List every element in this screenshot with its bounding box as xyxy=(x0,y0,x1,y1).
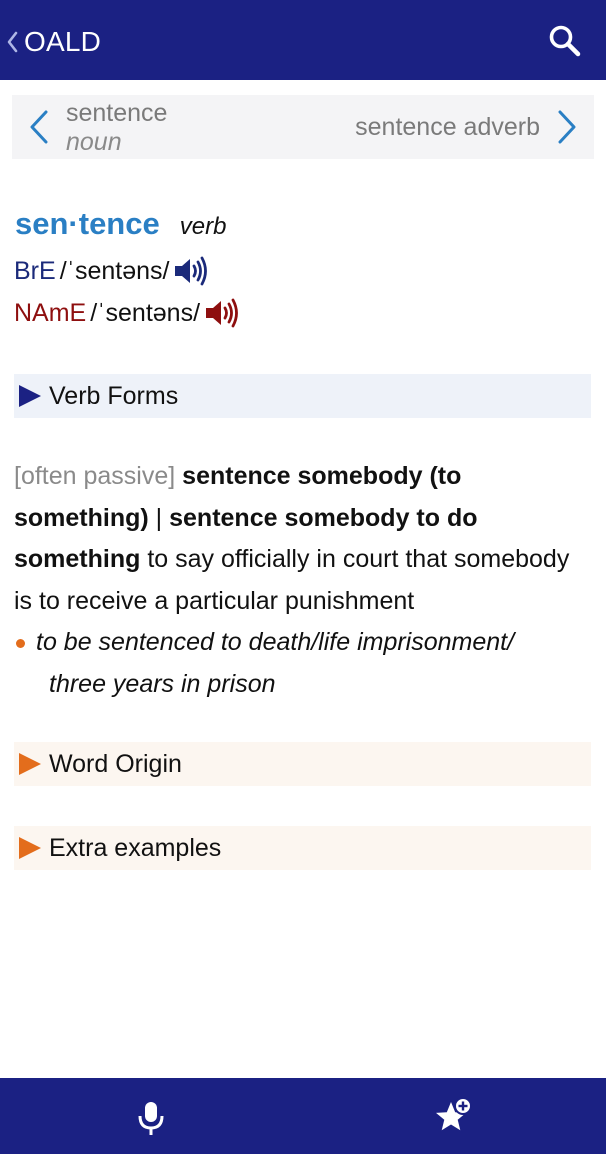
part-of-speech: verb xyxy=(179,213,227,240)
word-origin-label: Word Origin xyxy=(49,749,182,778)
sense-definition: [often passive] sentence somebody (to so… xyxy=(14,456,594,622)
app-title: OALD xyxy=(24,26,102,57)
triangle-right-icon xyxy=(19,753,41,775)
word-origin-toggle[interactable]: Word Origin xyxy=(14,742,591,786)
pattern-separator: | xyxy=(155,503,163,532)
next-entry-word[interactable]: sentence adverb xyxy=(355,113,540,142)
chevron-right-icon[interactable] xyxy=(556,109,578,145)
bre-ipa: /ˈsentəns/ xyxy=(59,256,170,285)
headword-row: sen·tence verb xyxy=(15,206,226,242)
bre-label: BrE xyxy=(14,256,56,285)
star-plus-icon[interactable] xyxy=(432,1096,474,1138)
bottom-toolbar xyxy=(0,1078,606,1154)
headword: sen·tence xyxy=(15,206,160,241)
bullet-icon xyxy=(16,639,25,648)
triangle-right-icon xyxy=(19,385,41,407)
previous-entry-pos: noun xyxy=(66,128,122,156)
example-line: three years in prison xyxy=(49,670,276,698)
chevron-left-icon xyxy=(7,31,18,53)
extra-examples-toggle[interactable]: Extra examples xyxy=(14,826,591,870)
entry-navigation: sentence noun sentence adverb xyxy=(12,95,594,159)
triangle-right-icon xyxy=(19,837,41,859)
speaker-icon[interactable] xyxy=(204,298,240,328)
chevron-left-icon[interactable] xyxy=(28,109,50,145)
speaker-icon[interactable] xyxy=(173,256,209,286)
verb-forms-label: Verb Forms xyxy=(49,381,179,410)
microphone-icon[interactable] xyxy=(136,1100,166,1136)
pronunciation-name: NAmE /ˈsentəns/ xyxy=(14,298,240,328)
pronunciation-bre: BrE /ˈsentəns/ xyxy=(14,256,209,286)
back-button[interactable]: OALD xyxy=(6,22,101,62)
extra-examples-label: Extra examples xyxy=(49,833,222,862)
example-line: to be sentenced to death/life imprisonme… xyxy=(36,628,515,656)
app-header: OALD xyxy=(0,0,606,80)
grammar-note: [often passive] xyxy=(14,462,176,490)
previous-entry-word[interactable]: sentence xyxy=(66,99,167,128)
verb-forms-toggle[interactable]: Verb Forms xyxy=(14,374,591,418)
search-icon[interactable] xyxy=(548,24,582,58)
name-ipa: /ˈsentəns/ xyxy=(90,298,201,327)
name-label: NAmE xyxy=(14,298,87,327)
